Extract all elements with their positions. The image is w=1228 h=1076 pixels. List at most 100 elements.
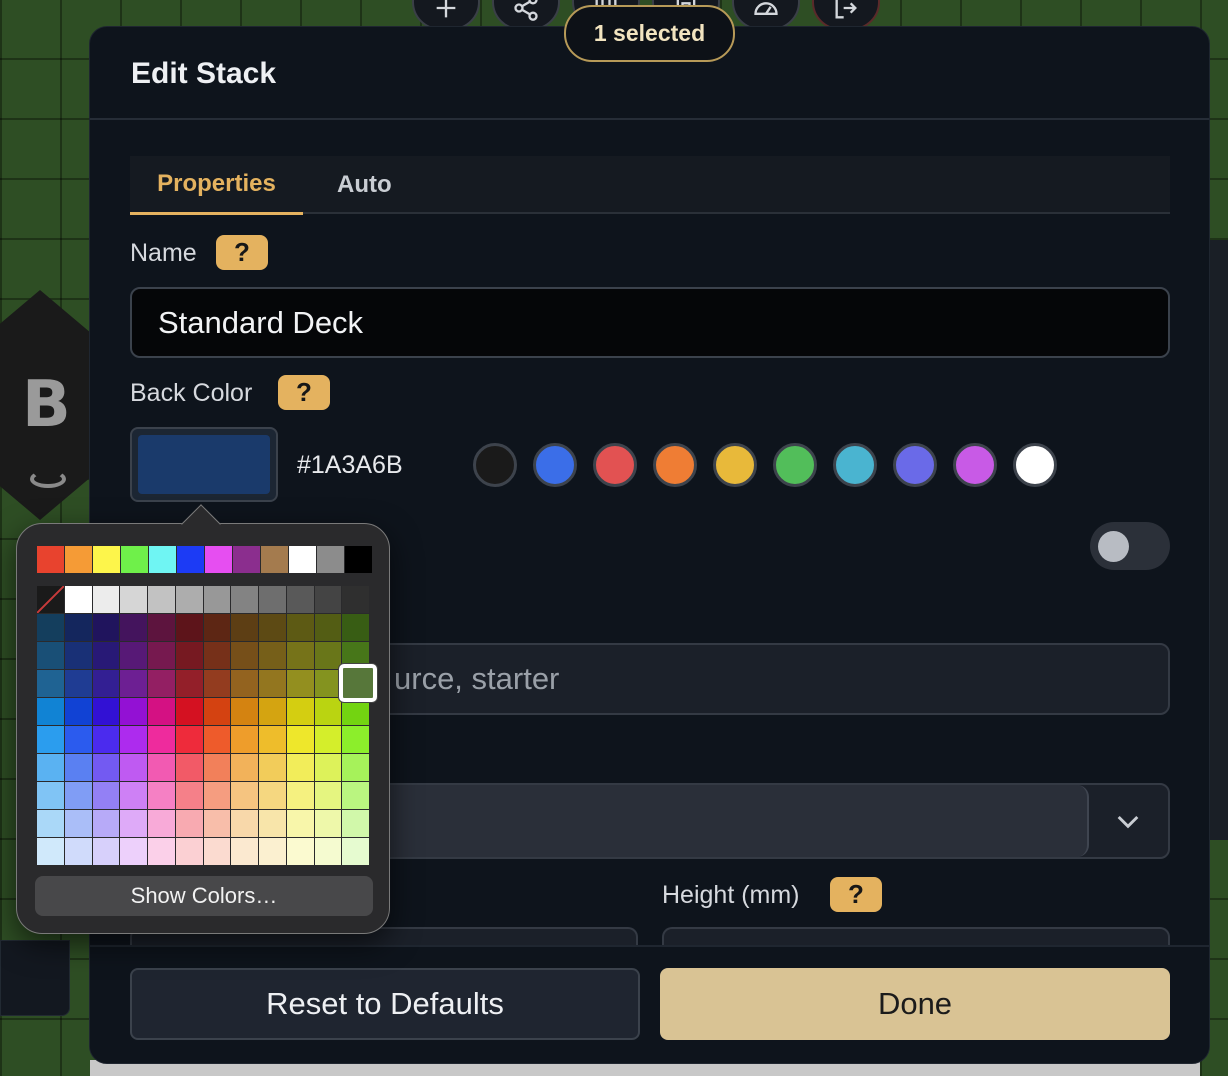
color-grid-swatch[interactable] [203, 726, 232, 754]
color-grid-swatch[interactable] [203, 614, 232, 642]
color-grid-swatch[interactable] [148, 670, 176, 698]
color-grid-swatch[interactable] [259, 838, 287, 866]
basic-color-swatch[interactable] [121, 546, 149, 573]
grayscale-swatch[interactable] [342, 586, 370, 614]
color-grid-swatch[interactable] [259, 698, 287, 726]
color-grid-swatch[interactable] [148, 642, 176, 670]
color-grid-swatch[interactable] [37, 670, 65, 698]
basic-color-swatch[interactable] [177, 546, 205, 573]
color-preset-swatch[interactable] [473, 443, 517, 487]
color-grid-swatch[interactable] [120, 670, 148, 698]
color-grid-swatch[interactable] [175, 810, 204, 838]
grayscale-swatch[interactable] [259, 586, 287, 614]
basic-color-swatch[interactable] [205, 546, 233, 573]
color-grid-swatch[interactable] [342, 614, 370, 642]
color-grid-swatch[interactable] [231, 754, 259, 782]
color-grid-swatch[interactable] [314, 642, 343, 670]
basic-color-swatch[interactable] [317, 546, 345, 573]
color-grid-swatch[interactable] [148, 726, 176, 754]
color-grid-swatch[interactable] [175, 698, 204, 726]
grayscale-swatch[interactable] [286, 586, 315, 614]
color-grid-swatch[interactable] [342, 698, 370, 726]
color-grid-swatch[interactable] [231, 810, 259, 838]
basic-color-swatch[interactable] [149, 546, 177, 573]
tab-properties[interactable]: Properties [130, 156, 303, 215]
color-grid-swatch[interactable] [37, 810, 65, 838]
color-grid-swatch[interactable] [203, 698, 232, 726]
color-grid-swatch[interactable] [64, 838, 93, 866]
height-help-button[interactable]: ? [830, 877, 882, 912]
color-grid-swatch[interactable] [175, 614, 204, 642]
color-grid-swatch[interactable] [148, 698, 176, 726]
color-grid-swatch[interactable] [231, 782, 259, 810]
grayscale-swatch[interactable] [64, 586, 93, 614]
no-color-swatch[interactable] [37, 586, 65, 614]
grayscale-swatch[interactable] [231, 586, 259, 614]
name-input[interactable]: Standard Deck [130, 287, 1170, 358]
name-help-button[interactable]: ? [216, 235, 268, 270]
color-grid-swatch[interactable] [286, 670, 315, 698]
color-grid-swatch[interactable] [231, 838, 259, 866]
color-grid-swatch[interactable] [342, 810, 370, 838]
basic-color-swatch[interactable] [37, 546, 65, 573]
back-color-help-button[interactable]: ? [278, 375, 330, 410]
color-grid-swatch[interactable] [314, 782, 343, 810]
color-grid-swatch[interactable] [259, 670, 287, 698]
basic-color-swatch[interactable] [93, 546, 121, 573]
color-grid-swatch[interactable] [342, 754, 370, 782]
color-grid-swatch[interactable] [92, 838, 121, 866]
color-grid-swatch[interactable] [148, 754, 176, 782]
color-grid-swatch[interactable] [314, 614, 343, 642]
color-grid-swatch[interactable] [148, 838, 176, 866]
color-grid-swatch[interactable] [286, 642, 315, 670]
color-grid-swatch[interactable] [120, 810, 148, 838]
color-grid-swatch[interactable] [231, 642, 259, 670]
color-grid-swatch[interactable] [203, 782, 232, 810]
color-grid-swatch[interactable] [286, 614, 315, 642]
color-grid-swatch[interactable] [259, 726, 287, 754]
color-grid-swatch[interactable] [92, 698, 121, 726]
color-grid-swatch[interactable] [120, 642, 148, 670]
color-preset-swatch[interactable] [1013, 443, 1057, 487]
color-grid-swatch[interactable] [92, 726, 121, 754]
color-preset-swatch[interactable] [713, 443, 757, 487]
color-grid-swatch[interactable] [37, 726, 65, 754]
color-grid-swatch[interactable] [92, 754, 121, 782]
color-grid-swatch[interactable] [148, 810, 176, 838]
color-grid-swatch[interactable] [286, 810, 315, 838]
basic-color-swatch[interactable] [345, 546, 373, 573]
color-grid-swatch[interactable] [120, 782, 148, 810]
color-grid-swatch[interactable] [175, 642, 204, 670]
color-grid-swatch[interactable] [175, 670, 204, 698]
color-grid-swatch[interactable] [231, 670, 259, 698]
color-grid-swatch[interactable] [64, 670, 93, 698]
color-grid-swatch[interactable] [175, 754, 204, 782]
color-grid-swatch[interactable] [203, 810, 232, 838]
done-button[interactable]: Done [660, 968, 1170, 1040]
color-grid-swatch[interactable] [286, 754, 315, 782]
color-grid-swatch[interactable] [120, 698, 148, 726]
color-grid-swatch[interactable] [259, 614, 287, 642]
grayscale-swatch[interactable] [203, 586, 232, 614]
color-grid-swatch[interactable] [286, 838, 315, 866]
color-grid-swatch[interactable] [64, 614, 93, 642]
grayscale-swatch[interactable] [148, 586, 176, 614]
color-grid-swatch[interactable] [148, 614, 176, 642]
color-grid-swatch[interactable] [148, 782, 176, 810]
color-grid-swatch[interactable] [231, 614, 259, 642]
color-grid-swatch[interactable] [231, 698, 259, 726]
color-grid-swatch[interactable] [92, 614, 121, 642]
color-grid-swatch[interactable] [37, 754, 65, 782]
grayscale-swatch[interactable] [314, 586, 343, 614]
back-color-swatch[interactable] [130, 427, 278, 502]
color-preset-swatch[interactable] [953, 443, 997, 487]
color-grid-swatch[interactable] [259, 754, 287, 782]
color-grid-swatch[interactable] [314, 754, 343, 782]
reset-to-defaults-button[interactable]: Reset to Defaults [130, 968, 640, 1040]
basic-color-swatch[interactable] [65, 546, 93, 573]
color-grid-swatch[interactable] [342, 838, 370, 866]
color-preset-swatch[interactable] [653, 443, 697, 487]
color-grid-swatch[interactable] [92, 670, 121, 698]
color-grid-swatch[interactable] [120, 726, 148, 754]
color-grid-swatch[interactable] [92, 810, 121, 838]
